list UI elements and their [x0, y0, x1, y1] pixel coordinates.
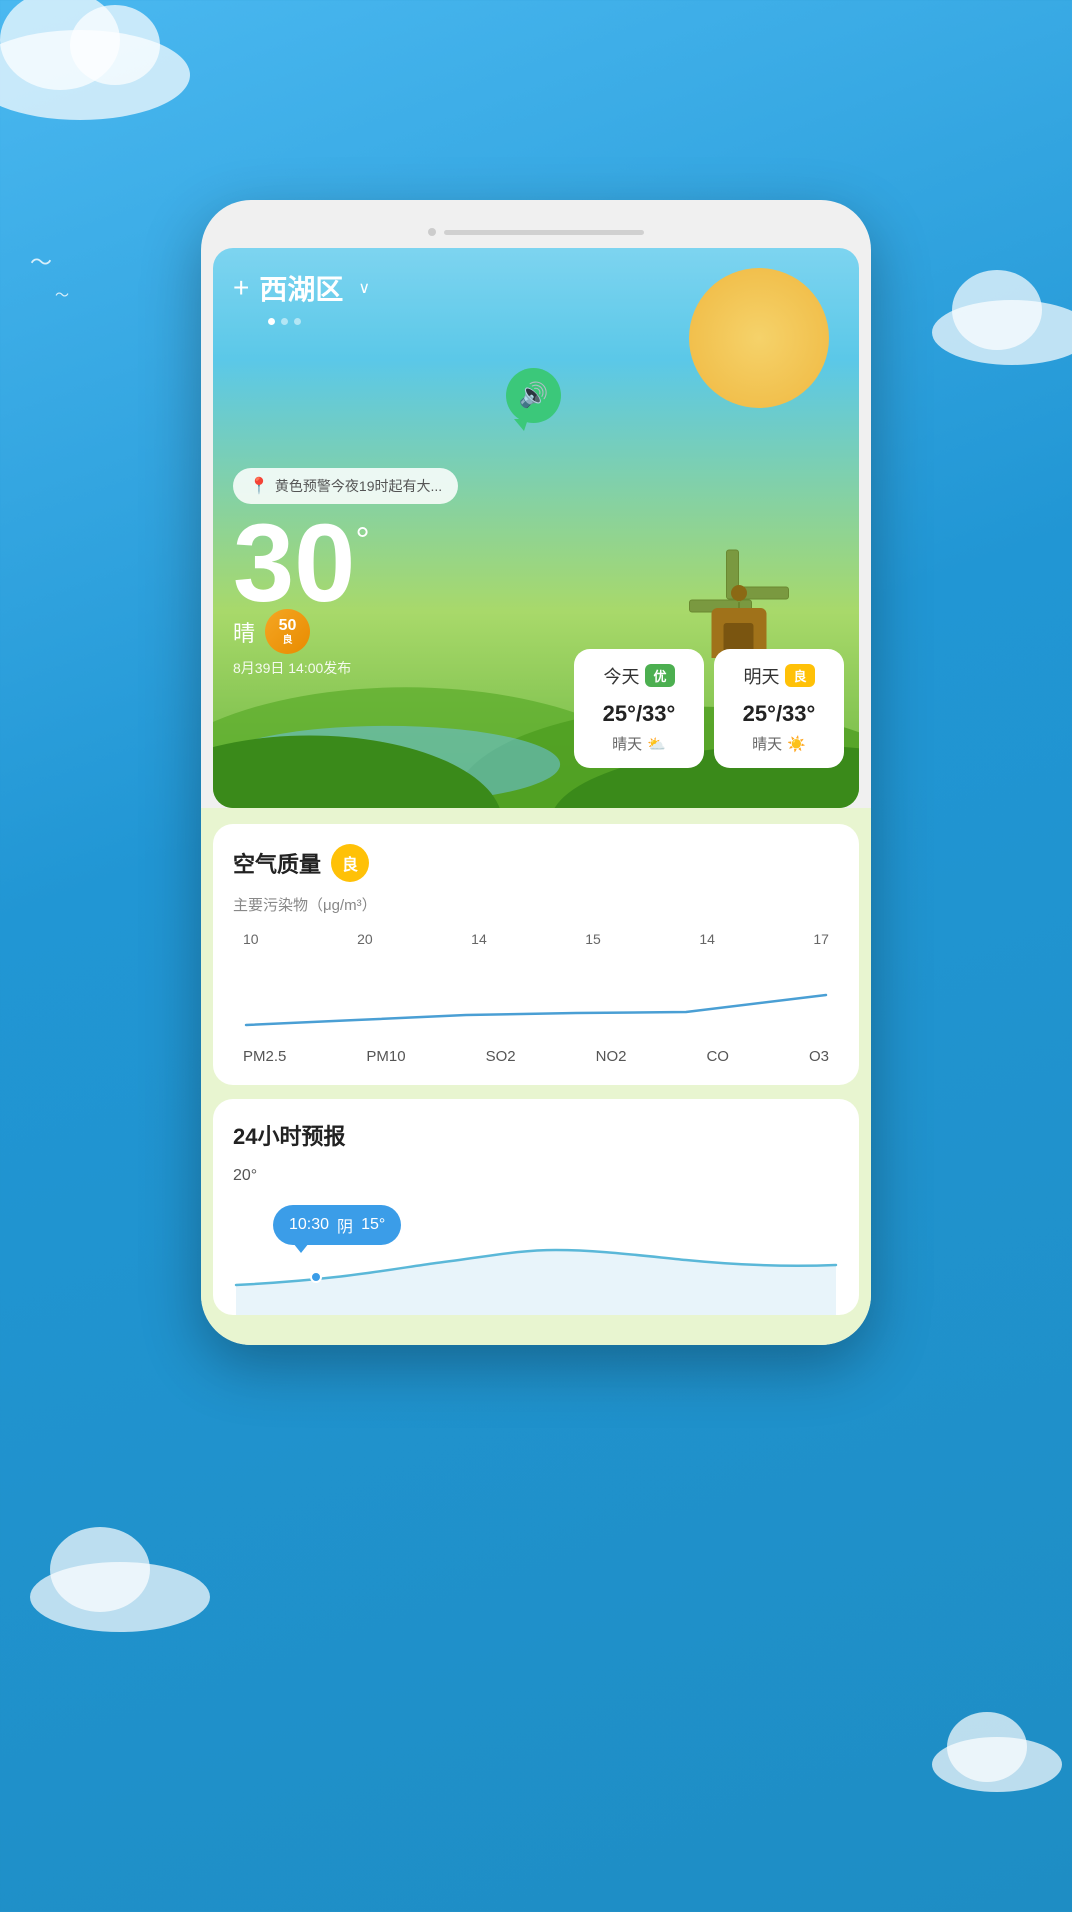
today-temp: 25°/33°	[592, 701, 686, 727]
tomorrow-desc: 晴天 ☀️	[732, 733, 826, 754]
o3-value: 17	[813, 931, 829, 947]
forecast24-card: 24小时预报 20° 10:30 阴 15°	[213, 1099, 859, 1315]
warning-pin-icon: 📍	[249, 476, 269, 496]
forecast24-title: 24小时预报	[233, 1119, 839, 1151]
air-quality-card: 空气质量 良 主要污染物（μg/m³） 10 20 14 15 14 17 PM…	[213, 824, 859, 1085]
tomorrow-weather-icon: ☀️	[787, 735, 806, 753]
tooltip-condition: 阴	[337, 1213, 353, 1237]
dot-2[interactable]	[281, 318, 288, 325]
dot-3[interactable]	[294, 318, 301, 325]
pm10-value: 20	[357, 931, 373, 947]
time-tooltip: 10:30 阴 15°	[273, 1205, 401, 1245]
pm10-label: PM10	[366, 1048, 405, 1065]
air-quality-chart	[233, 955, 839, 1035]
warning-bar[interactable]: 📍 黄色预警今夜19时起有大...	[233, 468, 458, 504]
weather-condition: 晴	[233, 616, 255, 648]
temperature-section: 30 ° 晴 50 良 8月39日 14:00发布	[233, 509, 370, 678]
dot-1[interactable]	[268, 318, 275, 325]
temperature-value: 30	[233, 509, 355, 619]
add-location-button[interactable]: +	[233, 272, 249, 304]
tooltip-time: 10:30	[289, 1216, 329, 1234]
aqi-label-badge: 良	[283, 635, 293, 646]
today-forecast-card[interactable]: 今天 优 25°/33° 晴天 ⛅	[574, 649, 704, 768]
chevron-down-icon[interactable]: ∨	[358, 278, 370, 298]
chart-labels-row: PM2.5 PM10 SO2 NO2 CO O3	[233, 1040, 839, 1065]
aqi-badge: 50 良	[265, 609, 310, 654]
pm25-label: PM2.5	[243, 1048, 286, 1065]
bg-cloud-3	[932, 300, 1072, 365]
notch-dot	[428, 228, 436, 236]
weather-card: + 西湖区 ∨ 🔊 📍 黄色预警今夜19时起有大...	[213, 248, 859, 808]
air-quality-subtitle: 主要污染物（μg/m³）	[233, 894, 839, 915]
aqi-value: 50	[279, 617, 297, 635]
no2-value: 15	[585, 931, 601, 947]
tomorrow-quality-badge: 良	[785, 664, 814, 687]
tomorrow-label: 明天	[743, 663, 779, 689]
location-name: 西湖区	[259, 268, 343, 308]
air-quality-title: 空气质量	[233, 847, 321, 879]
today-quality-badge: 优	[645, 664, 674, 687]
tomorrow-forecast-card[interactable]: 明天 良 25°/33° 晴天 ☀️	[714, 649, 844, 768]
tooltip-temp: 15°	[361, 1216, 385, 1234]
notch-line	[444, 230, 644, 235]
degree-symbol: °	[355, 519, 369, 561]
sun-icon	[689, 268, 829, 408]
notch-bar	[201, 220, 871, 248]
today-desc: 晴天 ⛅	[592, 733, 686, 754]
air-quality-badge: 良	[331, 844, 369, 882]
seagull-left: 〜	[30, 245, 52, 277]
today-weather-icon: ⛅	[647, 735, 666, 753]
bg-cloud-4	[932, 1737, 1062, 1792]
tomorrow-temp: 25°/33°	[732, 701, 826, 727]
o3-label: O3	[809, 1048, 829, 1065]
forecast24-chart-area: 10:30 阴 15°	[233, 1195, 839, 1315]
today-label: 今天	[603, 663, 639, 689]
chart-values-row: 10 20 14 15 14 17	[233, 931, 839, 947]
co-value: 14	[699, 931, 715, 947]
main-content: 空气质量 良 主要污染物（μg/m³） 10 20 14 15 14 17 PM…	[201, 808, 871, 1345]
no2-label: NO2	[596, 1048, 627, 1065]
seagull-left-small: 〜	[55, 285, 69, 305]
speaker-icon: 🔊	[519, 381, 549, 410]
publish-time: 8月39日 14:00发布	[233, 658, 370, 678]
so2-label: SO2	[486, 1048, 516, 1065]
pm25-value: 10	[243, 931, 259, 947]
forecast24-y-label: 20°	[233, 1167, 839, 1185]
co-label: CO	[706, 1048, 729, 1065]
bg-cloud-1	[0, 30, 190, 120]
phone-frame: + 西湖区 ∨ 🔊 📍 黄色预警今夜19时起有大...	[201, 200, 871, 1345]
warning-text: 黄色预警今夜19时起有大...	[275, 476, 442, 496]
forecast-cards: 今天 优 25°/33° 晴天 ⛅ 明天 良 25°/33° 晴天 ☀️	[574, 649, 844, 768]
so2-value: 14	[471, 931, 487, 947]
speaker-button[interactable]: 🔊	[506, 368, 561, 423]
bg-cloud-2	[30, 1562, 210, 1632]
